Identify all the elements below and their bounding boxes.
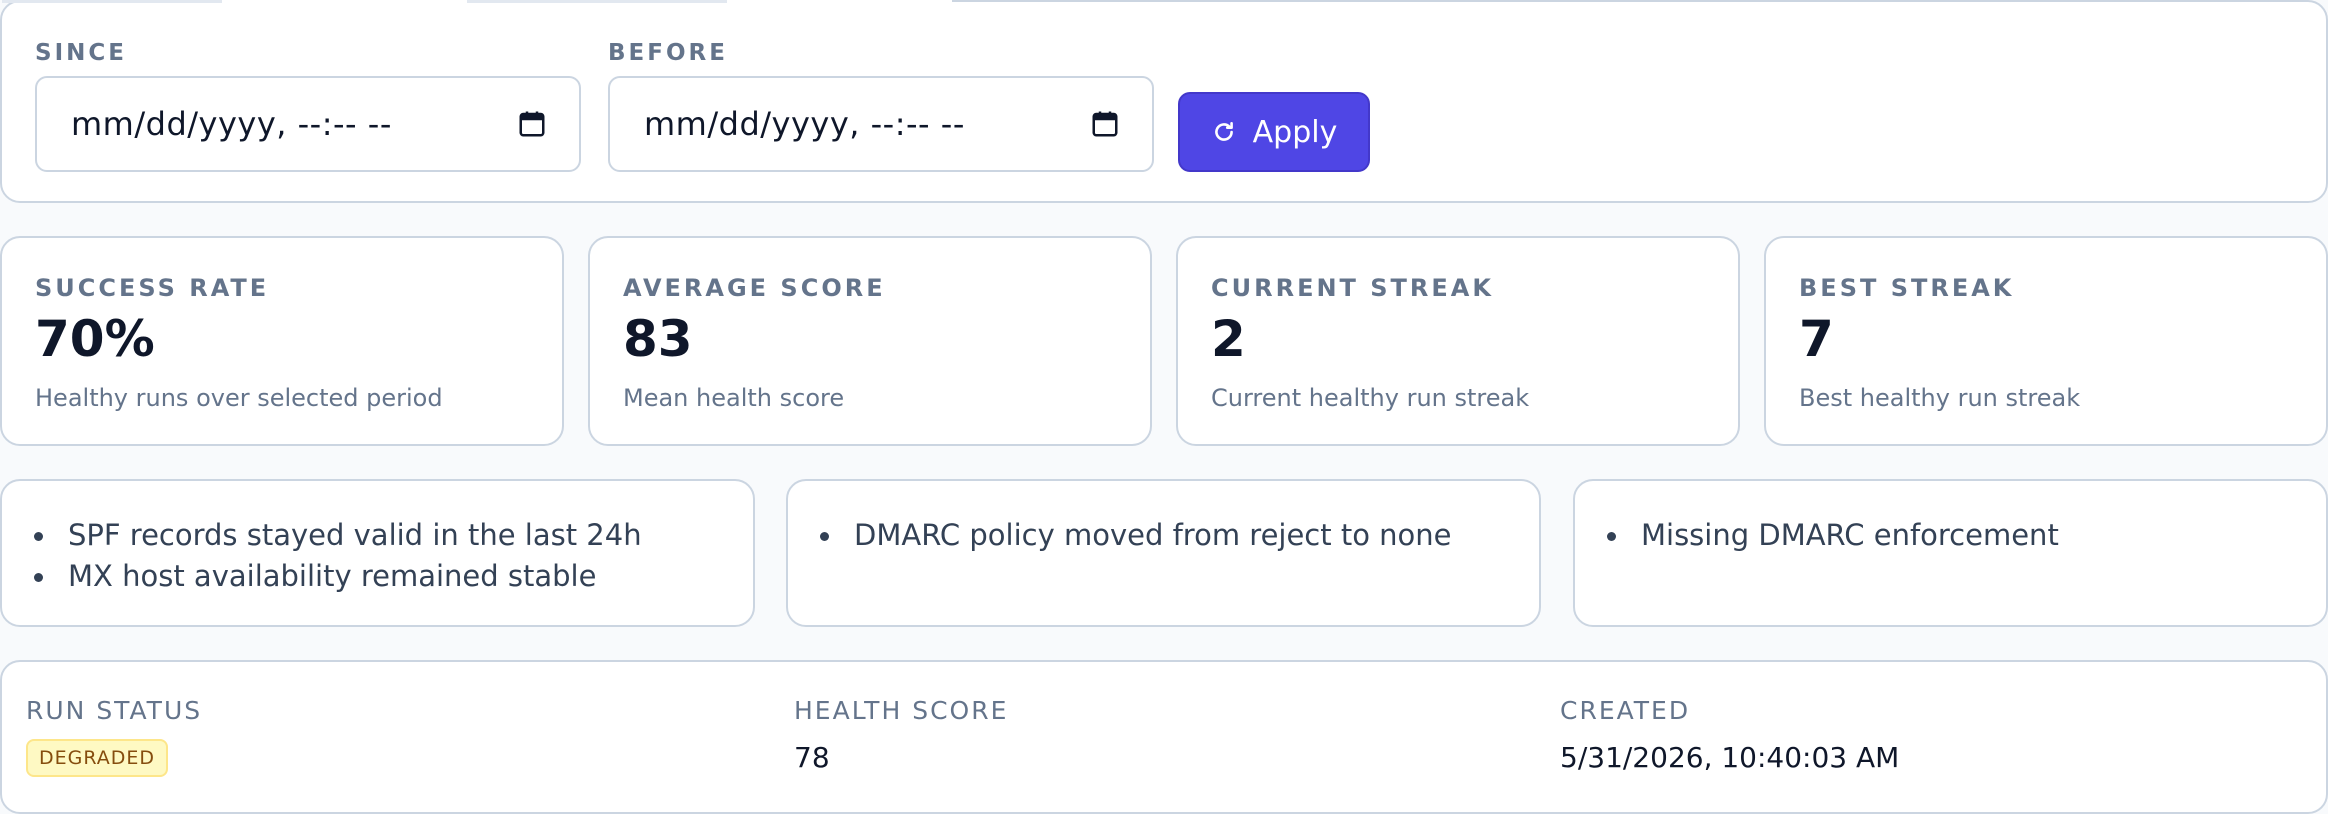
stat-card-average-score: AVERAGE SCORE 83 Mean health score [588, 236, 1152, 446]
refresh-icon [1214, 122, 1233, 141]
issues-list: Missing DMARC enforcement [1607, 515, 2059, 556]
stat-card-success-rate: SUCCESS RATE 70% Healthy runs over selec… [0, 236, 564, 446]
since-label: SINCE [35, 40, 127, 66]
list-item: MX host availability remained stable [34, 556, 642, 597]
list-item: SPF records stayed valid in the last 24h [34, 515, 642, 556]
calendar-icon[interactable] [517, 109, 547, 139]
stat-description: Current healthy run streak [1211, 384, 1530, 412]
run-status-section: RUN STATUS DEGRADED [26, 696, 202, 777]
run-details-card: RUN STATUS DEGRADED HEALTH SCORE 78 CREA… [0, 660, 2328, 814]
created-value: 5/31/2026, 10:40:03 AM [1560, 741, 1900, 774]
stat-description: Healthy runs over selected period [35, 384, 443, 412]
stat-label: SUCCESS RATE [35, 274, 270, 302]
page: SINCE mm/dd/yyyy, --:-- -- BEFORE mm/dd/… [0, 0, 2328, 814]
health-score-value: 78 [794, 741, 830, 774]
date-filter-panel: SINCE mm/dd/yyyy, --:-- -- BEFORE mm/dd/… [0, 0, 2328, 203]
highlights-card: SPF records stayed valid in the last 24h… [0, 479, 755, 627]
list-item: DMARC policy moved from reject to none [820, 515, 1452, 556]
status-badge: DEGRADED [26, 739, 169, 777]
health-score-section: HEALTH SCORE 78 [794, 696, 1008, 774]
changes-list: DMARC policy moved from reject to none [820, 515, 1452, 556]
before-date-placeholder: mm/dd/yyyy, --:-- -- [644, 105, 965, 143]
created-label: CREATED [1560, 696, 1691, 725]
before-label: BEFORE [608, 40, 728, 66]
before-date-input[interactable]: mm/dd/yyyy, --:-- -- [608, 76, 1154, 172]
apply-button-label: Apply [1252, 114, 1338, 150]
tab-underline [2, 0, 952, 3]
changes-card: DMARC policy moved from reject to none [786, 479, 1541, 627]
issues-card: Missing DMARC enforcement [1573, 479, 2328, 627]
run-status-label: RUN STATUS [26, 696, 203, 725]
since-date-input[interactable]: mm/dd/yyyy, --:-- -- [35, 76, 581, 172]
stat-description: Mean health score [623, 384, 845, 412]
stat-label: BEST STREAK [1799, 274, 2015, 302]
apply-button[interactable]: Apply [1178, 92, 1370, 172]
stat-card-best-streak: BEST STREAK 7 Best healthy run streak [1764, 236, 2328, 446]
stat-value: 70% [35, 310, 155, 368]
calendar-icon[interactable] [1090, 109, 1120, 139]
stat-label: CURRENT STREAK [1211, 274, 1494, 302]
highlights-list: SPF records stayed valid in the last 24h… [34, 515, 642, 597]
stat-value: 83 [623, 310, 693, 368]
since-date-placeholder: mm/dd/yyyy, --:-- -- [71, 105, 392, 143]
stat-description: Best healthy run streak [1799, 384, 2081, 412]
list-item: Missing DMARC enforcement [1607, 515, 2059, 556]
stat-value: 2 [1211, 310, 1246, 368]
stat-label: AVERAGE SCORE [623, 274, 886, 302]
stat-card-current-streak: CURRENT STREAK 2 Current healthy run str… [1176, 236, 1740, 446]
health-score-label: HEALTH SCORE [794, 696, 1009, 725]
created-section: CREATED 5/31/2026, 10:40:03 AM [1560, 696, 1899, 774]
stat-value: 7 [1799, 310, 1834, 368]
